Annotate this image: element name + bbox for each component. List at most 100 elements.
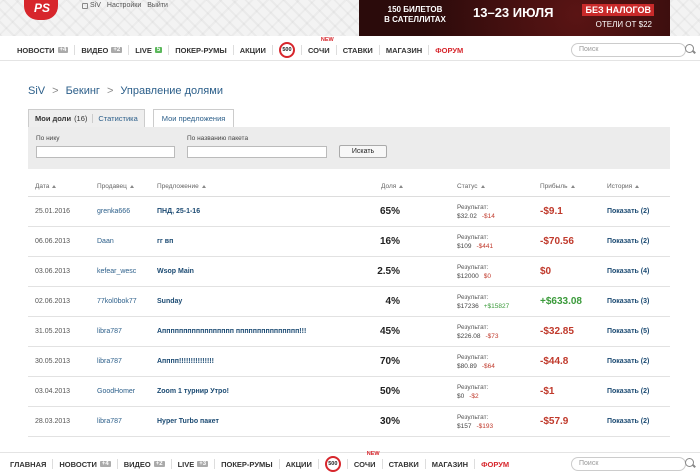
header-seller[interactable]: Продавец (97, 183, 134, 190)
row-seller-link[interactable]: GoodHomer (97, 388, 135, 395)
nav-item-новости[interactable]: Новости +4 (53, 459, 118, 469)
status-label: Результат: (457, 204, 489, 211)
row-offer-link[interactable]: Wsop Main (157, 268, 194, 275)
breadcrumb-backing[interactable]: Бекинг (66, 85, 100, 97)
row-offer-link[interactable]: Апппп!!!!!!!!!!!!!!! (157, 358, 214, 365)
row-offer-link[interactable]: Hyper Turbo пакет (157, 418, 219, 425)
nav-item-видео[interactable]: Видео +2 (118, 459, 172, 469)
header-profit[interactable]: Прибыль (540, 183, 575, 190)
row-history-link[interactable]: Показать (2) (607, 418, 649, 425)
nav-item-акции[interactable]: Акции (280, 459, 319, 469)
nav-item-label: Live (177, 459, 195, 469)
header-date[interactable]: Дата (35, 183, 57, 190)
row-offer-link[interactable]: Sunday (157, 298, 182, 305)
nav-item-ставки[interactable]: Ставки (337, 45, 380, 55)
sort-arrow-icon (399, 185, 404, 188)
row-history-link[interactable]: Показать (2) (607, 388, 649, 395)
row-share: 16% (379, 236, 400, 247)
status-delta: +$15827 (483, 303, 510, 310)
row-seller-link[interactable]: libra787 (97, 328, 122, 335)
header-offer[interactable]: Предложение (157, 183, 206, 190)
row-offer-link[interactable]: гг вп (157, 238, 173, 245)
status-values: $0 -$2 (457, 392, 488, 401)
header-status[interactable]: Статус (457, 183, 485, 190)
row-seller-link[interactable]: 77kol0bok77 (97, 298, 137, 305)
row-status: Результат: $226.08 -$73 (457, 323, 499, 341)
site-logo[interactable]: PS (24, 0, 58, 20)
header-share[interactable]: Доля (381, 183, 404, 190)
nav-item-покер-румы[interactable]: Покер-румы (215, 459, 280, 469)
row-history-link[interactable]: Показать (3) (607, 298, 649, 305)
main-nav: Новости +4 Видео +2 Live 5 Покер-румы Акции 500 С… (0, 37, 700, 61)
nav-item-сочи[interactable]: Сочи NEW (348, 451, 383, 469)
nav-item-магазин[interactable]: Магазин (380, 45, 430, 55)
nav-item-ставки[interactable]: Ставки (383, 459, 426, 469)
search-icon[interactable] (685, 44, 694, 53)
status-values: $12000 $0 (457, 272, 491, 281)
row-profit: $0 (540, 266, 552, 277)
breadcrumb-separator: > (106, 85, 114, 97)
status-delta: -$193 (476, 423, 494, 430)
row-offer-link[interactable]: ПНД, 25-1-16 (157, 208, 200, 215)
row-profit: -$9.1 (540, 206, 563, 217)
status-values: $109 -$441 (457, 242, 493, 251)
bottom-search-input[interactable]: Поиск (571, 457, 686, 471)
nav-item-500[interactable]: 500 (273, 42, 302, 58)
header-history[interactable]: История (607, 183, 640, 190)
tabs: Мои доли (16) Статистика Мои предложения (28, 109, 235, 127)
row-history-link[interactable]: Показать (2) (607, 358, 649, 365)
nav-item-сочи[interactable]: Сочи NEW (302, 37, 337, 55)
nav-item-акции[interactable]: Акции (234, 45, 273, 55)
filter-panel: По нику По названию пакета Искать (28, 127, 670, 169)
row-offer-link[interactable]: Zoom 1 турнир Утро! (157, 388, 229, 395)
row-history-link[interactable]: Показать (4) (607, 268, 649, 275)
new-tag: NEW (366, 451, 380, 457)
nav-item-главная[interactable]: Главная (4, 459, 54, 469)
row-share: 65% (379, 206, 400, 217)
row-history-link[interactable]: Показать (2) (607, 238, 649, 245)
row-seller-link[interactable]: libra787 (97, 358, 122, 365)
nav-item-покер-румы[interactable]: Покер-румы (169, 45, 234, 55)
tab-my-offers[interactable]: Мои предложения (152, 109, 235, 127)
user-name[interactable]: SiV (82, 2, 101, 9)
row-seller-link[interactable]: Daan (97, 238, 114, 245)
logout-link[interactable]: Выйти (147, 2, 168, 9)
status-label: Результат: (457, 294, 489, 301)
row-date: 25.01.2016 (35, 208, 71, 215)
nav-item-badge: +4 (57, 47, 69, 53)
row-offer-link[interactable]: Аппппппппппппппппп ппппппппппппппп!!! (157, 328, 306, 335)
status-values: $226.08 -$73 (457, 332, 499, 341)
row-history-link[interactable]: Показать (2) (607, 208, 649, 215)
row-date: 30.05.2013 (35, 358, 71, 365)
row-seller-link[interactable]: grenka666 (97, 208, 130, 215)
row-seller-link[interactable]: kefear_wesc (97, 268, 136, 275)
package-input[interactable] (187, 146, 327, 158)
nav-item-live[interactable]: Live +3 (172, 459, 216, 469)
status-label: Результат: (457, 234, 489, 241)
status-delta: -$73 (485, 333, 499, 340)
banner-tickets: 150 БИЛЕТОВ В САТЕЛЛИТАХ (384, 5, 446, 24)
nav-item-форум[interactable]: Форум (475, 459, 515, 469)
nav-item-label: Магазин (385, 45, 423, 55)
nick-input[interactable] (36, 146, 175, 158)
row-status: Результат: $157 -$193 (457, 413, 493, 431)
nav-item-видео[interactable]: Видео +2 (75, 45, 130, 55)
row-seller-link[interactable]: libra787 (97, 418, 122, 425)
ad-banner[interactable]: 150 БИЛЕТОВ В САТЕЛЛИТАХ 13–23 ИЮЛЯ БЕЗ Н… (359, 0, 670, 36)
search-button[interactable]: Искать (339, 145, 387, 158)
nav-item-магазин[interactable]: Магазин (426, 459, 476, 469)
tab-my-shares[interactable]: Мои доли (16) Статистика (28, 109, 145, 127)
nav-item-форум[interactable]: Форум (429, 45, 469, 55)
status-delta: -$2 (469, 393, 479, 400)
nav-item-500[interactable]: 500 (319, 456, 348, 472)
nav-item-новости[interactable]: Новости +4 (11, 45, 76, 55)
table-row: 28.03.2013 libra787 Hyper Turbo пакет 30% Ре… (28, 407, 670, 437)
nav-item-live[interactable]: Live 5 (129, 45, 170, 55)
breadcrumb-user[interactable]: SiV (28, 85, 45, 97)
row-history-link[interactable]: Показать (5) (607, 328, 649, 335)
settings-link[interactable]: Настройки (107, 2, 141, 9)
bottom-search-icon[interactable] (685, 458, 694, 467)
tab-statistics[interactable]: Статистика (92, 114, 138, 123)
nav-item-label: Live (135, 45, 152, 55)
search-input[interactable]: Поиск (571, 43, 686, 57)
